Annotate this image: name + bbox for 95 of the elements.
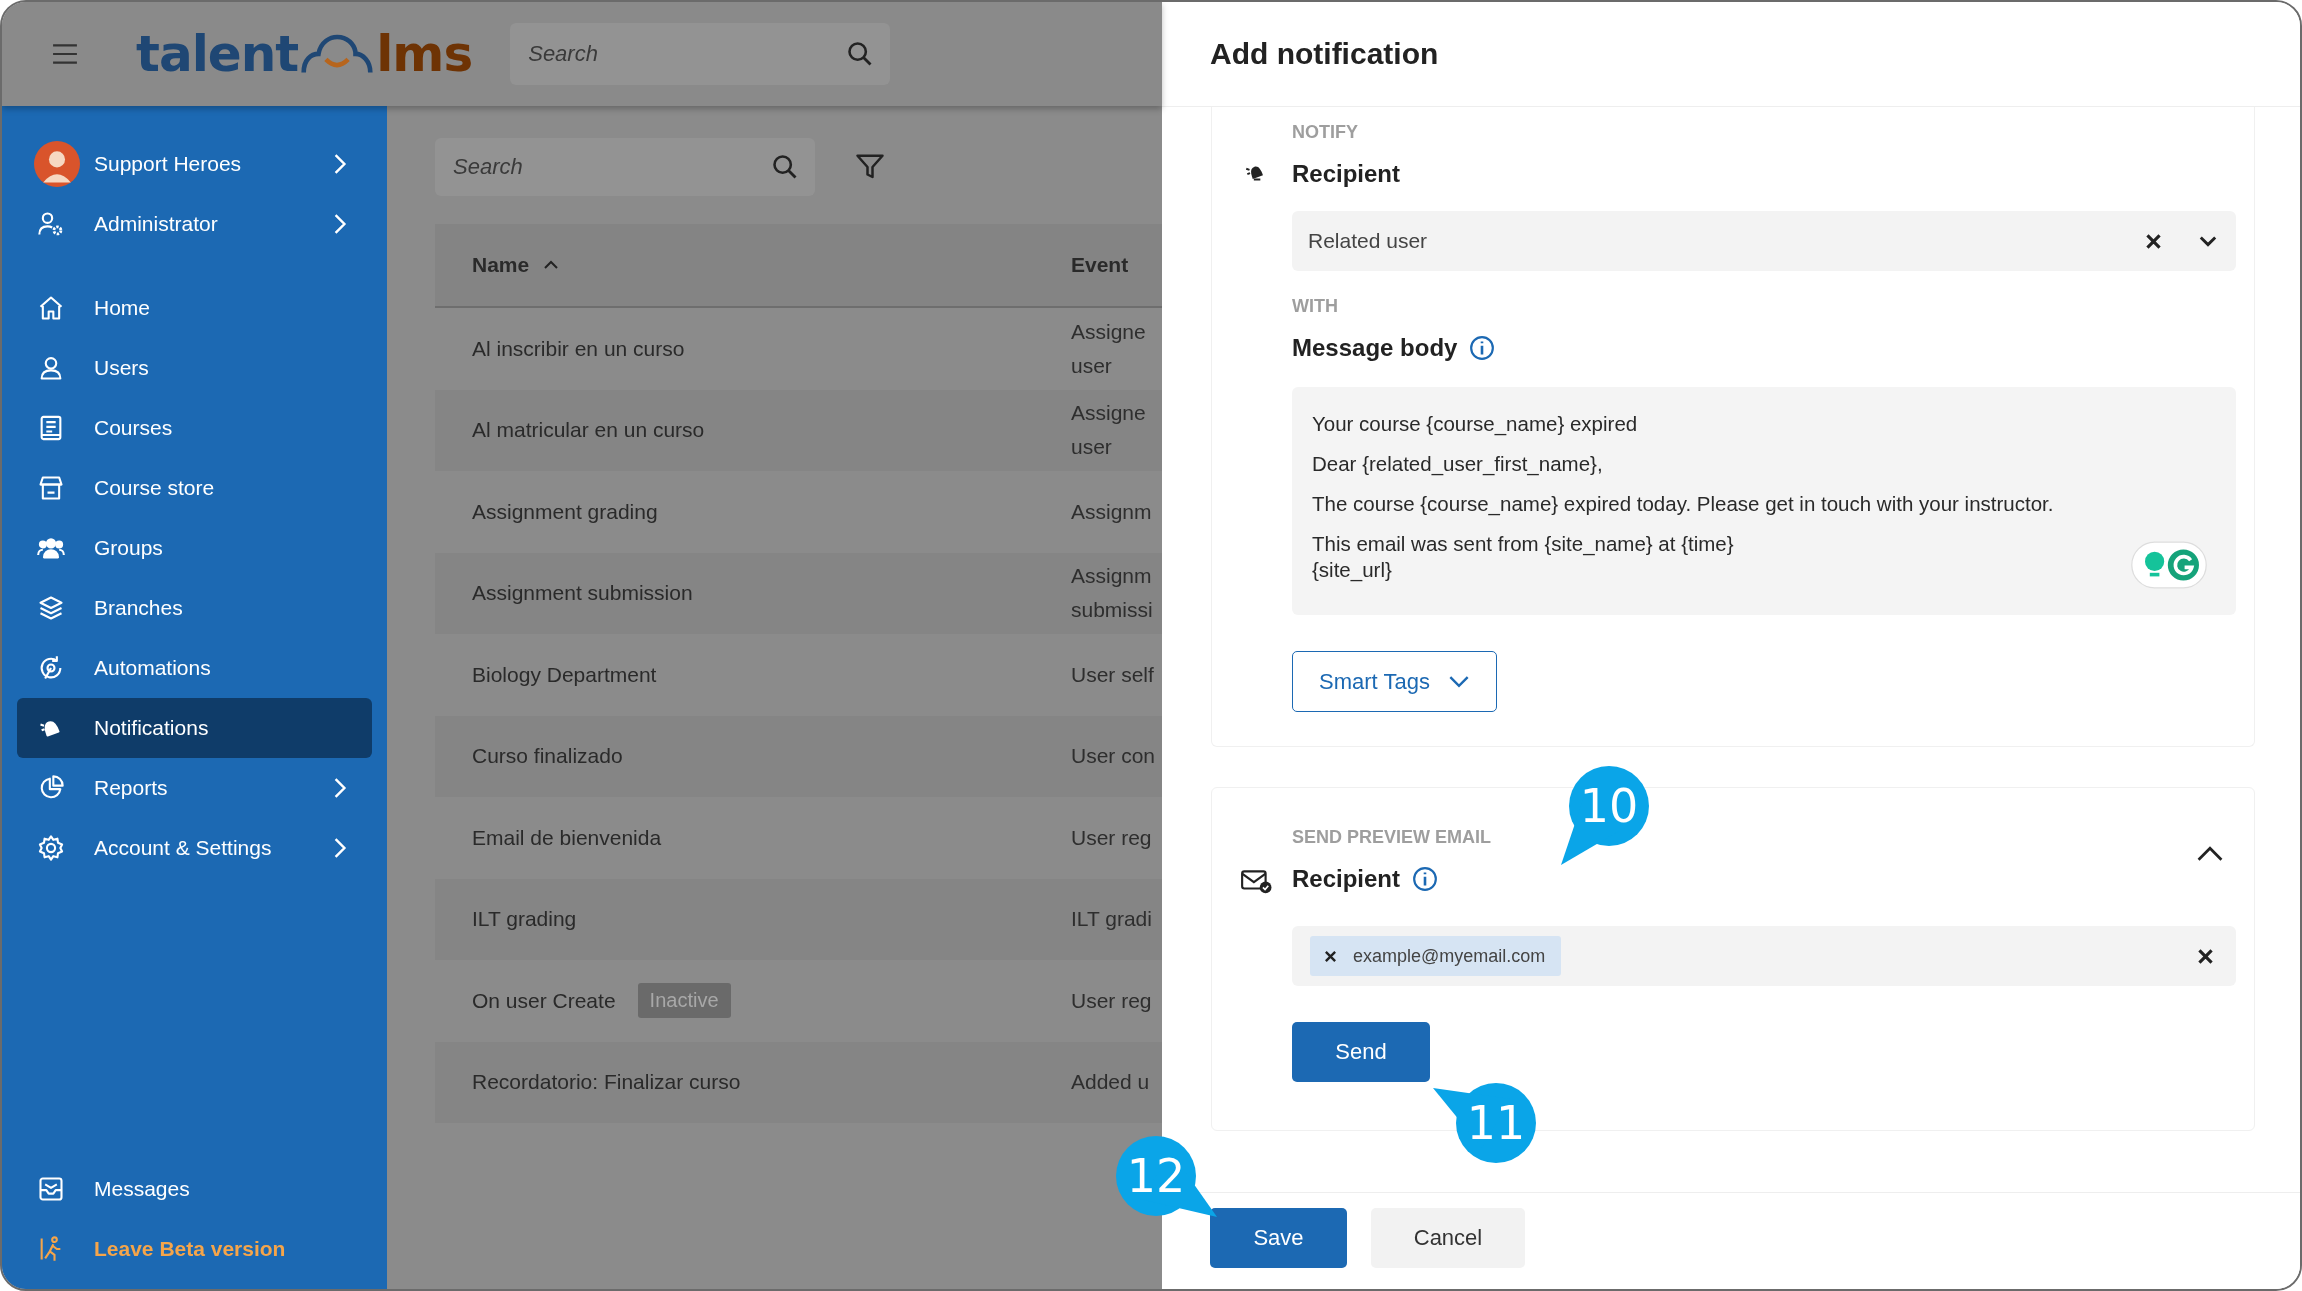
field-label: Recipient <box>1292 159 1401 189</box>
cancel-button[interactable]: Cancel <box>1371 1208 1525 1268</box>
sidebar-item[interactable]: Groups <box>17 518 372 578</box>
chevron-right-icon <box>333 777 347 799</box>
message-paragraph: This email was sent from {site_name} at {time} {site_url} <box>1312 531 1735 583</box>
chevron-down-icon[interactable] <box>2198 235 2218 247</box>
clear-icon[interactable] <box>2145 232 2162 250</box>
remove-icon[interactable] <box>1324 949 1337 963</box>
save-button[interactable]: Save <box>1210 1208 1347 1268</box>
notification-name: Assignment submission <box>472 581 693 606</box>
message-paragraph: Your course {course_name} expired <box>1312 411 1639 437</box>
event-cell-text: Assignm <box>1071 498 1152 525</box>
user-gear-icon <box>37 210 65 238</box>
recipient-select[interactable]: Related user <box>1292 211 2236 271</box>
smart-tags-dropdown[interactable]: Smart Tags <box>1292 651 1497 712</box>
search-input[interactable]: Search <box>528 23 847 85</box>
sidebar-item[interactable]: Users <box>17 338 372 398</box>
event-cell-text: Assigne user <box>1071 400 1146 461</box>
notification-name: Recordatorio: Finalizar curso <box>472 1070 741 1095</box>
message-editor[interactable] <box>1292 387 2236 615</box>
search-field[interactable]: Search <box>435 138 815 196</box>
notification-name: On user Create <box>472 988 616 1013</box>
table-row[interactable]: Assignment submission Assignm submissi <box>435 552 1162 634</box>
sidebar-item[interactable]: Messages <box>17 1159 372 1219</box>
table-row[interactable]: Recordatorio: Finalizar curso Added u <box>435 1041 1162 1123</box>
event-cell-text: User reg <box>1071 987 1152 1014</box>
notification-name: Al matricular en un curso <box>472 418 705 443</box>
table-row[interactable]: Biology Department User self <box>435 634 1162 716</box>
chevron-right-icon <box>333 213 347 235</box>
table-row[interactable]: Al matricular en un curso Assigne user <box>435 389 1162 471</box>
home-icon <box>37 294 65 322</box>
sidebar-item[interactable]: Branches <box>17 578 372 638</box>
settings-icon <box>37 834 65 862</box>
event-cell-text: User self <box>1071 661 1154 688</box>
notification-name: ILT grading <box>472 907 577 932</box>
message-paragraph: The course {course_name} expired today. Please get in touch with your instructor. <box>1312 491 2055 517</box>
layers-icon <box>37 594 65 622</box>
column-header[interactable]: Name <box>435 253 1071 277</box>
notification-name: Biology Department <box>472 662 657 687</box>
notification-name: Email de bienvenida <box>472 825 662 850</box>
notification-name: Assignment grading <box>472 499 658 524</box>
table-row[interactable]: Email de bienvenida User reg <box>435 797 1162 879</box>
logo-text: talent <box>136 25 299 83</box>
event-cell-text: Assignm submissi <box>1071 563 1153 624</box>
table-row[interactable]: ILT grading ILT gradi <box>435 878 1162 960</box>
sidebar-item[interactable]: Home <box>17 278 372 338</box>
search-icon[interactable] <box>771 153 799 181</box>
field-label: Recipient <box>1292 864 1401 894</box>
chevron-down-icon <box>1447 675 1470 688</box>
logo-text: lms <box>376 25 473 83</box>
chevron-right-icon <box>333 153 347 175</box>
table-row[interactable]: Assignment grading Assignm <box>435 471 1162 553</box>
panel-title: Add notification <box>1210 37 1439 71</box>
search-field[interactable]: Search <box>510 23 891 85</box>
sidebar-item[interactable]: Notifications <box>17 698 372 758</box>
event-cell-text: Assigne user <box>1071 318 1146 379</box>
sidebar-item[interactable]: Automations <box>17 638 372 698</box>
chevron-up-icon[interactable] <box>2196 846 2224 862</box>
message-paragraph: Dear {related_user_first_name}, <box>1312 451 1604 477</box>
role-menu-item[interactable]: Administrator <box>17 194 372 254</box>
event-cell-text: Added u <box>1071 1069 1150 1096</box>
table-row[interactable]: On user Create Inactive User reg <box>435 960 1162 1042</box>
sidebar-item[interactable]: Courses <box>17 398 372 458</box>
column-header[interactable]: Event <box>1071 253 1129 277</box>
account-name: Support Heroes <box>94 152 243 176</box>
event-cell-text: ILT gradi <box>1071 906 1152 933</box>
send-button[interactable]: Send <box>1292 1022 1430 1082</box>
info-icon[interactable] <box>1412 866 1439 892</box>
clear-icon[interactable] <box>2197 947 2214 965</box>
table-row[interactable]: Curso finalizado User con <box>435 715 1162 797</box>
notification-name: Curso finalizado <box>472 744 623 769</box>
menu-icon[interactable] <box>52 43 78 65</box>
table-row[interactable]: Al inscribir en un curso Assigne user <box>435 308 1162 390</box>
sort-ascending-icon <box>543 260 560 270</box>
field-label: Message body <box>1292 333 1458 363</box>
section-label: NOTIFY <box>1292 121 1358 144</box>
search-input[interactable]: Search <box>453 138 771 196</box>
event-cell-text: User reg <box>1071 824 1152 851</box>
event-cell-text: User con <box>1071 743 1156 770</box>
sidebar-item[interactable]: Reports <box>17 758 372 818</box>
envelope-icon <box>37 1175 65 1203</box>
envelope-check-icon <box>1240 868 1272 894</box>
status-badge: Inactive <box>637 983 731 1019</box>
email-chip[interactable]: example@myemail.com <box>1310 936 1562 976</box>
store-icon <box>37 474 65 502</box>
account-menu-item[interactable]: Support Heroes <box>17 134 372 194</box>
info-icon[interactable] <box>1469 335 1496 361</box>
sidebar-item[interactable]: Course store <box>17 458 372 518</box>
avatar <box>34 141 80 187</box>
section-label: WITH <box>1292 295 1338 318</box>
sidebar-item[interactable]: Account & Settings <box>17 818 372 878</box>
notification-name: Al inscribir en un curso <box>472 336 685 361</box>
recipient-field[interactable]: example@myemail.com <box>1292 926 2236 986</box>
section-label: SEND PREVIEW EMAIL <box>1292 826 1492 849</box>
chevron-right-icon <box>333 837 347 859</box>
